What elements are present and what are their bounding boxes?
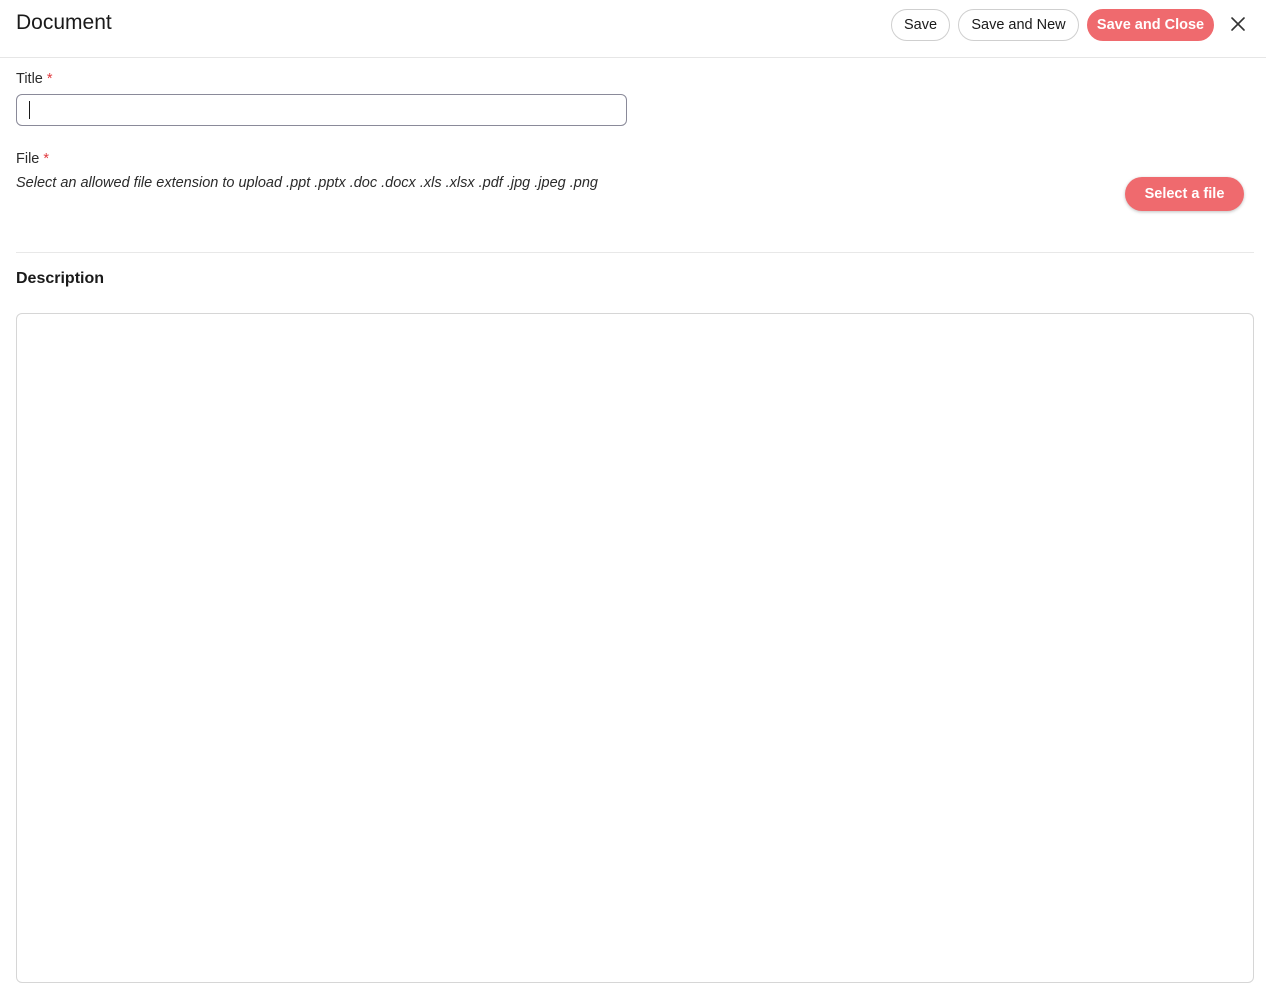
required-marker: * bbox=[43, 151, 50, 167]
select-file-button[interactable]: Select a file bbox=[1125, 177, 1244, 211]
form-header: Document Save Save and New Save and Clos… bbox=[0, 0, 1266, 58]
text-caret bbox=[29, 101, 30, 119]
required-marker: * bbox=[46, 71, 53, 87]
save-and-new-button[interactable]: Save and New bbox=[958, 9, 1079, 41]
title-label: Title * bbox=[16, 71, 53, 87]
save-and-close-button[interactable]: Save and Close bbox=[1087, 9, 1214, 41]
description-heading: Description bbox=[16, 270, 105, 287]
file-label: File * bbox=[16, 151, 49, 167]
title-input[interactable] bbox=[16, 94, 627, 126]
file-extension-hint: Select an allowed file extension to uplo… bbox=[16, 175, 598, 191]
title-label-text: Title bbox=[16, 71, 43, 87]
section-divider bbox=[16, 252, 1254, 253]
file-label-text: File bbox=[16, 151, 40, 167]
save-button[interactable]: Save bbox=[891, 9, 950, 41]
close-icon[interactable] bbox=[1229, 15, 1247, 33]
page-title: Document bbox=[16, 11, 112, 34]
description-editor[interactable] bbox=[16, 313, 1254, 983]
